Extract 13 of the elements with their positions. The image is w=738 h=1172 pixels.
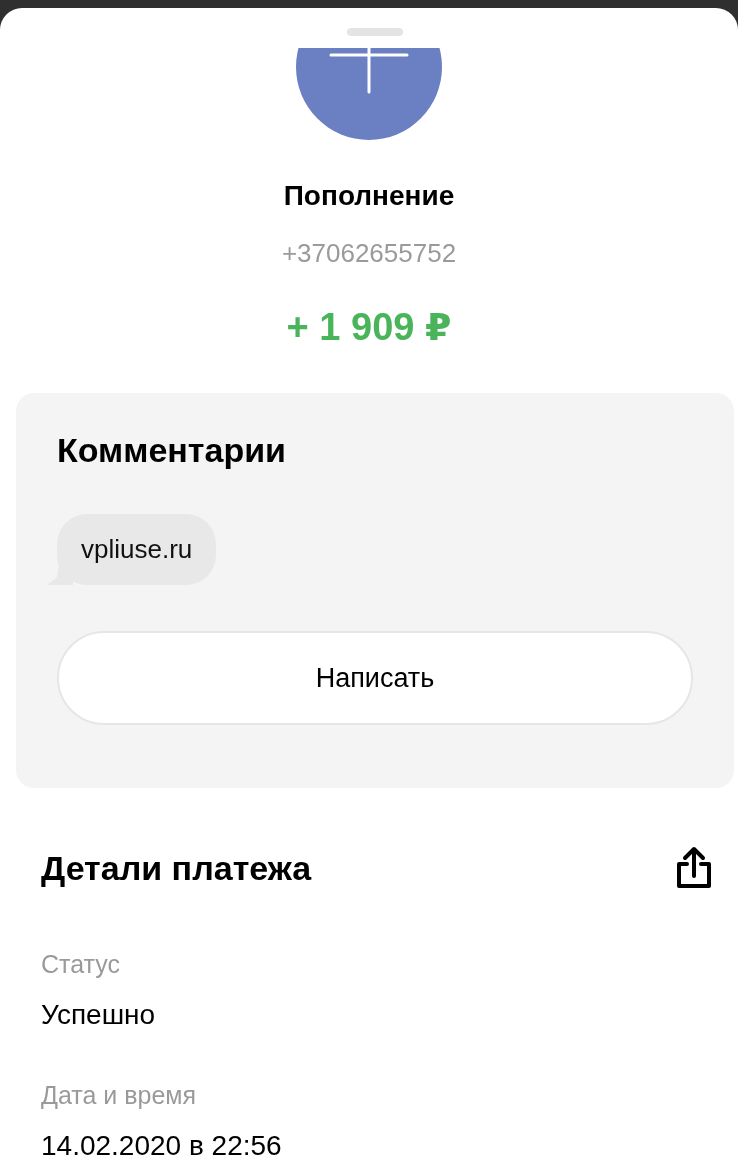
share-icon[interactable] xyxy=(675,846,713,890)
transaction-title: Пополнение xyxy=(283,180,455,212)
details-title: Детали платежа xyxy=(41,848,312,888)
field-value: Успешно xyxy=(41,999,157,1031)
plus-avatar-icon xyxy=(296,48,442,142)
phone-number: +37062655752 xyxy=(281,238,457,269)
comments-title: Комментарии xyxy=(57,431,287,470)
amount: + 1 909 ₽ xyxy=(286,305,452,349)
field-label: Дата и время xyxy=(41,1081,198,1110)
field-label: Статус xyxy=(41,950,122,979)
write-button[interactable]: Написать xyxy=(57,631,693,725)
field-value: 14.02.2020 в 22:56 xyxy=(41,1130,283,1162)
drag-handle[interactable] xyxy=(347,28,403,36)
